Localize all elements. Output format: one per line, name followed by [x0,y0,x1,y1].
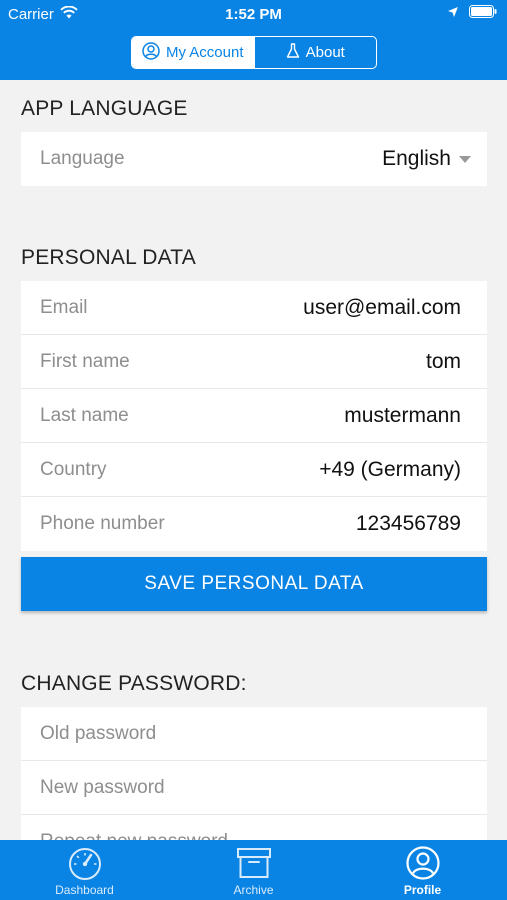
tab-profile[interactable]: Profile [338,840,507,900]
bottom-tab-bar: Dashboard Archive Profile [0,840,507,900]
dropdown-caret-icon [459,155,471,163]
tab-about-label: About [305,44,345,61]
battery-icon [469,5,497,23]
language-row[interactable]: Language English [21,132,487,186]
last-name-value: mustermann [344,403,461,427]
tab-archive-label: Archive [233,883,274,897]
profile-icon [402,846,444,883]
status-time: 1:52 PM [225,6,282,23]
app-language-heading: APP LANGUAGE [21,97,188,120]
new-password-placeholder: New password [40,776,165,798]
personal-data-card: Email user@email.com First name tom Last… [21,281,487,551]
country-value: +49 (Germany) [319,457,461,481]
old-password-placeholder: Old password [40,722,157,744]
app-header: Carrier 1:52 PM My Account About [0,0,507,80]
tab-profile-label: Profile [403,883,442,897]
language-value: English [382,147,451,170]
phone-number-field[interactable]: Phone number 123456789 [21,497,487,551]
location-arrow-icon [447,5,459,23]
last-name-field[interactable]: Last name mustermann [21,389,487,443]
account-segmented-control: My Account About [131,36,377,69]
tab-archive[interactable]: Archive [169,840,338,900]
change-password-card: Old password New password Repeat new pas… [21,707,487,840]
personal-data-heading: PERSONAL DATA [21,246,196,269]
phone-number-value: 123456789 [355,512,461,535]
profile-content[interactable]: APP LANGUAGE Language English PERSONAL D… [0,80,507,840]
tab-dashboard[interactable]: Dashboard [0,840,169,900]
tab-my-account[interactable]: My Account [132,37,254,68]
change-password-heading: CHANGE PASSWORD: [21,672,247,695]
first-name-label: First name [40,350,130,372]
user-circle-icon [142,41,160,64]
tab-my-account-label: My Account [165,44,244,61]
language-select[interactable]: English [382,147,471,171]
new-password-field[interactable]: New password [21,761,487,815]
language-card: Language English [21,132,487,186]
tab-dashboard-label: Dashboard [55,883,114,897]
email-field[interactable]: Email user@email.com [21,281,487,335]
repeat-password-field[interactable]: Repeat new password [21,815,487,840]
speedometer-icon [64,846,106,883]
tab-about[interactable]: About [253,37,377,68]
country-label: Country [40,458,107,480]
phone-number-label: Phone number [40,513,165,534]
email-label: Email [40,296,88,318]
save-personal-data-button[interactable]: SAVE PERSONAL DATA [21,557,487,611]
first-name-field[interactable]: First name tom [21,335,487,389]
last-name-label: Last name [40,404,129,426]
old-password-field[interactable]: Old password [21,707,487,761]
first-name-value: tom [425,349,461,373]
language-label: Language [40,148,125,169]
country-field[interactable]: Country +49 (Germany) [21,443,487,497]
archive-box-icon [233,846,275,883]
email-value: user@email.com [303,295,461,319]
status-indicators [447,5,497,23]
status-bar: Carrier 1:52 PM [0,0,507,28]
flask-icon [286,42,300,63]
repeat-password-placeholder: Repeat new password [40,831,228,840]
